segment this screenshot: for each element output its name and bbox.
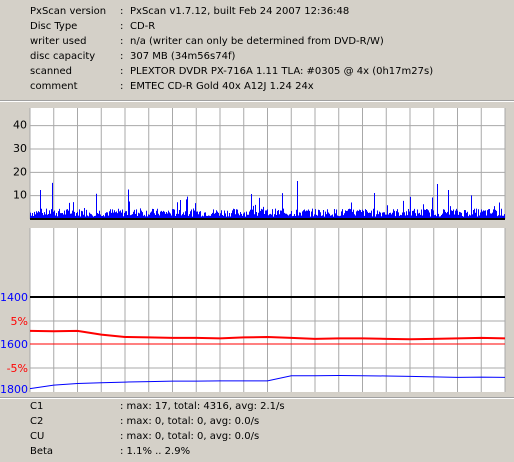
stat-value: : max: 0, total: 0, avg: 0.0/s <box>120 416 260 427</box>
y-tick-label: 30 <box>13 142 27 155</box>
stat-key: CU <box>30 431 45 442</box>
y-tick-label: 10 <box>13 189 27 202</box>
beta-tick-label: 5% <box>11 315 28 328</box>
stat-key: C1 <box>30 401 44 412</box>
scan-chart: 10 20 30 40 1400 5% 1600 -5% 1800 <box>0 108 506 396</box>
jitter-tick-label: 1400 <box>0 291 28 304</box>
y-tick-label: 20 <box>13 165 27 178</box>
pxscan-window: { "info": [ {"key": "PxScan version", "v… <box>0 0 514 462</box>
y-tick-label: 40 <box>13 119 27 132</box>
stat-value: : max: 0, total: 0, avg: 0.0/s <box>120 431 260 442</box>
stat-key: C2 <box>30 416 44 427</box>
jitter-tick-label: 1600 <box>0 338 28 351</box>
beta-tick-label: -5% <box>7 362 28 375</box>
stat-value: : 1.1% .. 2.9% <box>120 446 191 457</box>
stat-key: Beta <box>30 446 54 457</box>
jitter-tick-label: 1800 <box>0 383 28 396</box>
stat-value: : max: 17, total: 4316, avg: 2.1/s <box>120 401 285 412</box>
